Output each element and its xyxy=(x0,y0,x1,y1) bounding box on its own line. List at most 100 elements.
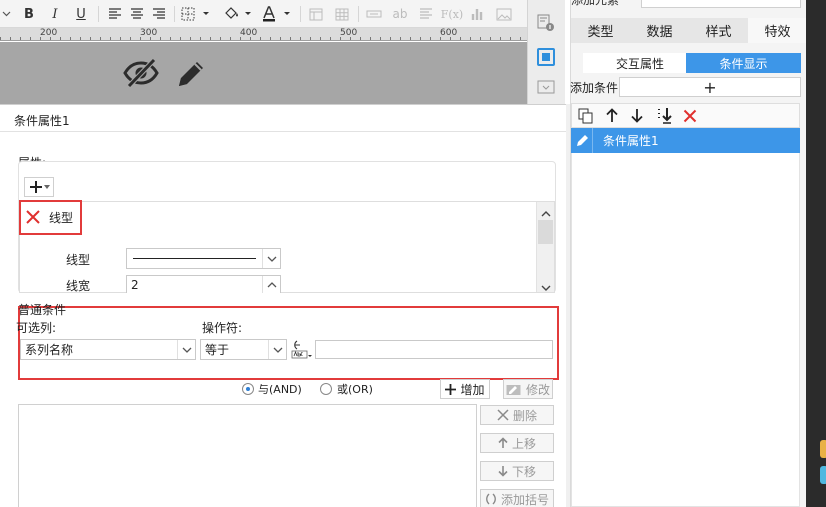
arrow-up-icon[interactable] xyxy=(606,108,618,126)
ruler-tick xyxy=(420,37,421,40)
chevron-down-icon[interactable] xyxy=(0,4,12,24)
text-ab-icon: ab xyxy=(392,7,408,21)
table-style-icon xyxy=(306,4,326,24)
align-center-icon[interactable] xyxy=(128,4,146,24)
or-radio-label[interactable]: 或(OR) xyxy=(337,381,373,397)
align-left-icon[interactable] xyxy=(106,4,124,24)
font-color-icon[interactable] xyxy=(260,4,294,24)
tab-type[interactable]: 类型 xyxy=(571,18,630,43)
ruler-tick xyxy=(0,37,1,40)
scroll-down-icon[interactable] xyxy=(541,280,551,294)
move-down-button: 下移 xyxy=(480,461,554,481)
copy-icon[interactable] xyxy=(578,108,594,127)
add-element-field[interactable] xyxy=(641,0,801,8)
ruler-tick xyxy=(170,37,171,40)
ruler-tick xyxy=(400,37,401,40)
ruler-tick xyxy=(130,37,131,40)
move-to-bottom-icon[interactable] xyxy=(656,107,674,127)
bar-chart-icon xyxy=(468,4,488,24)
normal-condition-label: 普通条件 xyxy=(18,303,67,317)
remove-attribute-icon[interactable] xyxy=(25,209,41,225)
conditions-list[interactable] xyxy=(18,404,477,507)
design-canvas[interactable] xyxy=(0,42,527,104)
condition-value-input[interactable] xyxy=(315,340,553,359)
attribute-scrollbar[interactable] xyxy=(536,202,554,292)
arrow-down-icon[interactable] xyxy=(631,108,643,126)
attribute-item-label: 线型 xyxy=(49,211,74,225)
frame-select-icon[interactable] xyxy=(537,48,555,66)
line-width-label: 线宽 xyxy=(66,279,91,293)
add-condition-label: 增加 xyxy=(460,382,485,397)
subtab-condition-display[interactable]: 条件显示 xyxy=(686,53,801,73)
ruler-tick xyxy=(510,37,511,40)
condition-list-item[interactable]: 条件属性1 xyxy=(571,128,800,153)
border-icon[interactable] xyxy=(180,4,212,24)
ruler-tick xyxy=(20,37,21,40)
bold-button[interactable]: B xyxy=(20,4,38,24)
subtab-interaction[interactable]: 交互属性 xyxy=(583,53,697,73)
column-select[interactable]: 系列名称 xyxy=(20,339,196,360)
ruler-tick xyxy=(410,37,411,40)
italic-button[interactable]: I xyxy=(46,4,64,24)
ruler-tick xyxy=(30,37,31,40)
ruler-tick xyxy=(430,37,431,40)
title-divider xyxy=(0,131,566,132)
chevron-down-icon[interactable] xyxy=(268,340,286,359)
operator-select[interactable]: 等于 xyxy=(200,339,287,360)
add-bracket-button: 添加括号 xyxy=(480,489,554,507)
panel-collapse-icon[interactable] xyxy=(537,80,555,94)
ruler-tick xyxy=(490,37,491,40)
horizontal-ruler: 200 300 400 500 600 xyxy=(0,28,527,41)
modify-icon xyxy=(506,384,521,395)
ruler-tick xyxy=(220,37,221,40)
ruler-tick xyxy=(380,37,381,40)
ruler-tick xyxy=(90,37,91,40)
ruler-tick xyxy=(230,37,231,40)
pencil-icon[interactable] xyxy=(174,57,208,91)
line-type-select[interactable] xyxy=(126,248,281,269)
ruler-tick xyxy=(80,37,81,40)
condition-toolbar xyxy=(571,103,800,128)
add-condition-button[interactable]: 增加 xyxy=(440,379,490,399)
ruler-tick xyxy=(370,37,371,40)
edit-pencil-icon[interactable] xyxy=(571,128,593,153)
and-radio-label[interactable]: 与(AND) xyxy=(258,381,302,397)
fill-color-icon[interactable] xyxy=(222,4,254,24)
modify-condition-label: 修改 xyxy=(525,382,550,397)
or-radio[interactable] xyxy=(320,383,332,395)
toolbar-divider xyxy=(98,6,99,22)
add-condition-label: 添加条件 xyxy=(570,81,619,95)
panel-tabs: 类型 数据 样式 特效 xyxy=(571,18,807,43)
tab-style[interactable]: 样式 xyxy=(689,18,748,43)
value-type-icon[interactable] xyxy=(291,340,313,360)
ruler-tick xyxy=(180,37,181,40)
underline-button[interactable]: U xyxy=(72,4,90,24)
operator-select-value: 等于 xyxy=(205,343,230,357)
add-bracket-label: 添加括号 xyxy=(500,492,549,507)
image-icon xyxy=(494,4,514,24)
formula-icon: F(x) xyxy=(440,7,464,21)
condition-list-area xyxy=(571,153,800,507)
plus-icon xyxy=(445,383,457,395)
eye-slash-icon[interactable] xyxy=(122,57,160,89)
ruler-label: 400 xyxy=(240,28,258,38)
ruler-label: 300 xyxy=(140,28,158,38)
chevron-down-icon[interactable] xyxy=(262,249,280,268)
line-width-spinner[interactable]: 2 xyxy=(126,275,281,293)
delete-icon[interactable] xyxy=(683,109,697,126)
scroll-up-icon[interactable] xyxy=(541,206,551,220)
chevron-down-icon[interactable] xyxy=(177,340,195,359)
scroll-thumb[interactable] xyxy=(538,220,553,244)
operator-label: 操作符: xyxy=(202,321,243,335)
align-right-icon[interactable] xyxy=(150,4,168,24)
solid-line-preview xyxy=(127,258,262,259)
chevron-up-icon[interactable] xyxy=(262,276,280,293)
add-attribute-button[interactable] xyxy=(24,177,54,197)
add-condition-plus-button[interactable]: + xyxy=(619,77,801,97)
ruler-label: 200 xyxy=(40,28,58,38)
and-radio[interactable] xyxy=(242,383,254,395)
tab-effects[interactable]: 特效 xyxy=(748,18,807,43)
widget-settings-icon[interactable] xyxy=(537,14,555,32)
tab-data[interactable]: 数据 xyxy=(630,18,689,43)
line-width-value: 2 xyxy=(131,277,139,292)
